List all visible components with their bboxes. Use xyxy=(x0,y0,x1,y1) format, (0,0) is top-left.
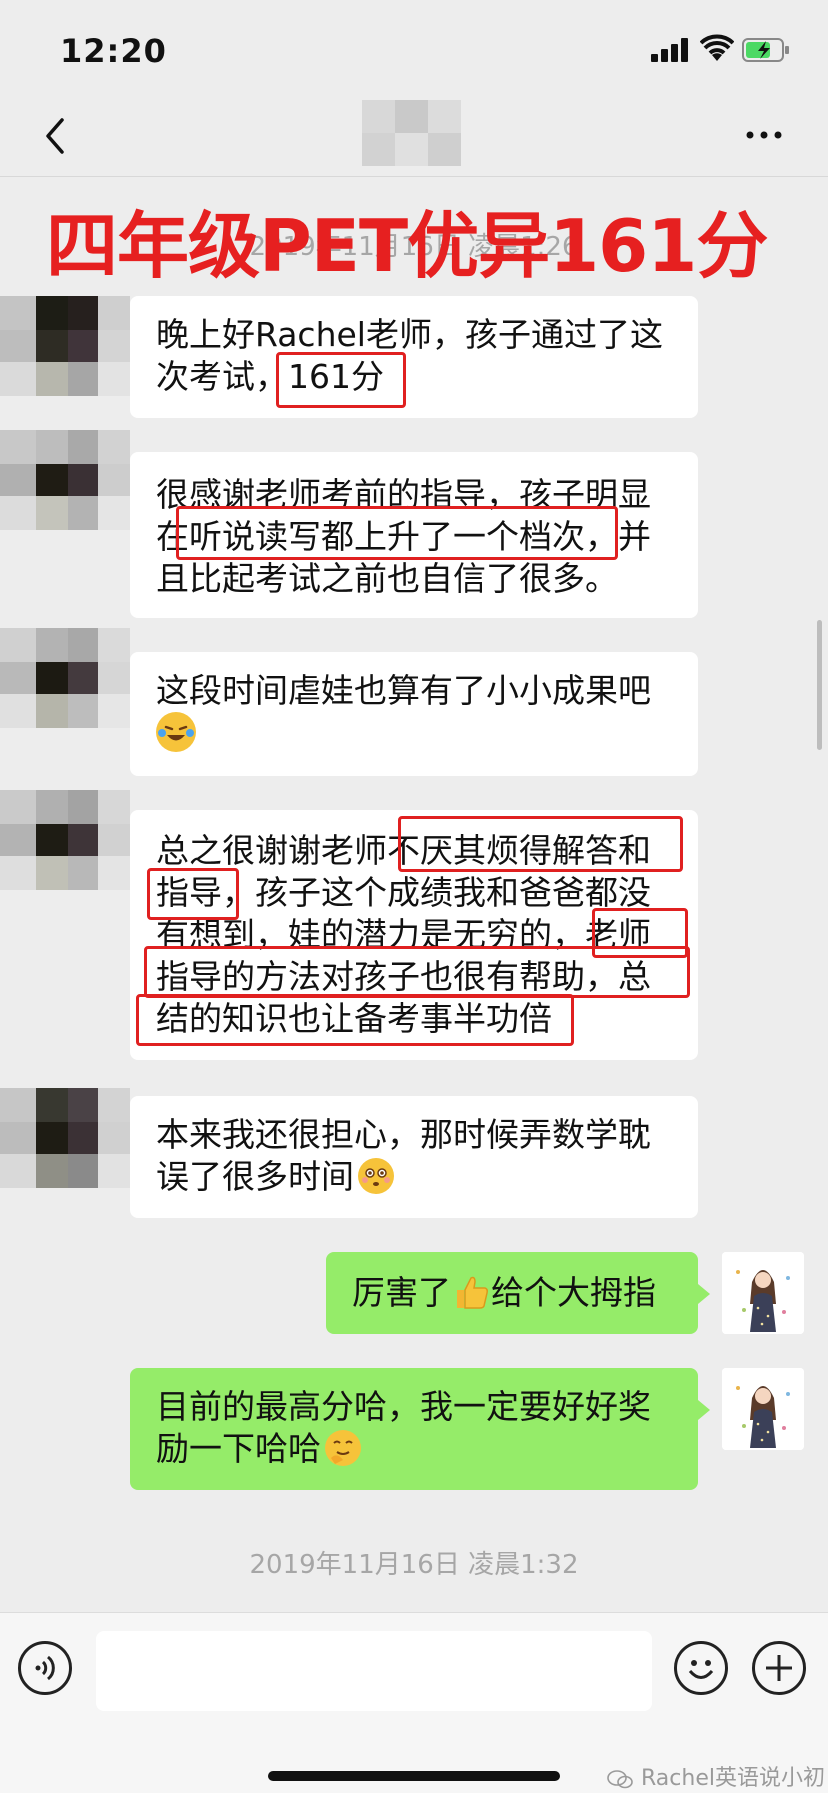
voice-button[interactable] xyxy=(18,1641,72,1695)
thumbs-up-emoji-icon xyxy=(457,1276,488,1309)
message-line: 励一下哈哈 xyxy=(156,1429,321,1468)
bubble-tail xyxy=(698,1400,710,1420)
message-line: 目前的最高分哈，我一定要好好奖 xyxy=(156,1387,651,1426)
voice-icon xyxy=(35,1655,55,1681)
plus-icon xyxy=(766,1655,792,1681)
highlight-box xyxy=(176,506,618,560)
plus-button[interactable] xyxy=(752,1641,806,1695)
wifi-icon xyxy=(700,34,734,61)
back-button[interactable] xyxy=(36,110,80,162)
timestamp-bottom: 2019年11月16日 凌晨1:32 xyxy=(249,1550,579,1580)
highlight-box xyxy=(136,994,574,1046)
bubble-tail xyxy=(698,1284,710,1304)
emoji-button[interactable] xyxy=(674,1641,728,1695)
message-bubble[interactable]: 晚上好Rachel老师，孩子通过了这 次考试，161分 xyxy=(130,296,698,418)
input-bar: Rachel英语说小初 xyxy=(0,1612,828,1793)
message-line: 晚上好Rachel老师，孩子通过了这 xyxy=(156,315,663,354)
contact-name-blurred xyxy=(362,100,462,168)
message-line: 次考试，161分 xyxy=(156,357,384,396)
highlight-box xyxy=(147,868,239,920)
message-line: 本来我还很担心，那时候弄数学耽 xyxy=(156,1115,651,1154)
self-avatar[interactable] xyxy=(722,1368,804,1450)
avatar xyxy=(0,1088,130,1188)
message-text: 给个大拇指 xyxy=(491,1273,656,1312)
watermark-text: Rachel英语说小初 xyxy=(641,1766,825,1791)
scroll-indicator[interactable] xyxy=(817,620,822,750)
message-line: 这段时间虐娃也算有了小小成果吧 xyxy=(156,671,651,710)
thinking-face-emoji-icon xyxy=(325,1430,361,1466)
message-text: 厉害了 xyxy=(352,1273,451,1312)
avatar xyxy=(0,790,130,890)
girl-avatar-icon xyxy=(722,1368,804,1450)
worried-face-emoji-icon xyxy=(358,1158,394,1194)
cellular-signal-icon xyxy=(651,38,693,62)
overlay-title: 四年级PET优异161分 xyxy=(46,204,768,288)
girl-avatar-icon xyxy=(722,1252,804,1334)
status-time: 12:20 xyxy=(60,32,167,70)
smiley-icon xyxy=(688,1660,714,1679)
message-bubble-self[interactable]: 目前的最高分哈，我一定要好好奖 励一下哈哈 xyxy=(130,1368,698,1490)
more-options-button[interactable] xyxy=(742,120,786,150)
laughing-crying-emoji-icon xyxy=(156,712,196,752)
highlight-box xyxy=(144,946,690,998)
highlight-box xyxy=(276,352,406,408)
avatar xyxy=(0,296,130,396)
message-input[interactable] xyxy=(96,1631,652,1711)
wechat-logo-icon xyxy=(607,1770,633,1789)
avatar xyxy=(0,430,130,530)
message-bubble-self[interactable]: 厉害了 给个大拇指 xyxy=(326,1252,698,1334)
message-line: 且比起考试之前也自信了很多。 xyxy=(156,559,618,598)
message-line: 误了很多时间 xyxy=(156,1157,354,1196)
self-avatar[interactable] xyxy=(722,1252,804,1334)
status-bar: 12:20 xyxy=(0,0,828,100)
chat-header xyxy=(0,100,828,177)
message-bubble[interactable]: 本来我还很担心，那时候弄数学耽 误了很多时间 xyxy=(130,1096,698,1218)
watermark: Rachel英语说小初 xyxy=(606,1760,825,1792)
avatar xyxy=(0,628,130,728)
battery-charging-icon xyxy=(742,38,789,62)
message-bubble[interactable]: 这段时间虐娃也算有了小小成果吧 xyxy=(130,652,698,776)
home-indicator[interactable] xyxy=(268,1771,560,1781)
highlight-box xyxy=(398,816,683,872)
